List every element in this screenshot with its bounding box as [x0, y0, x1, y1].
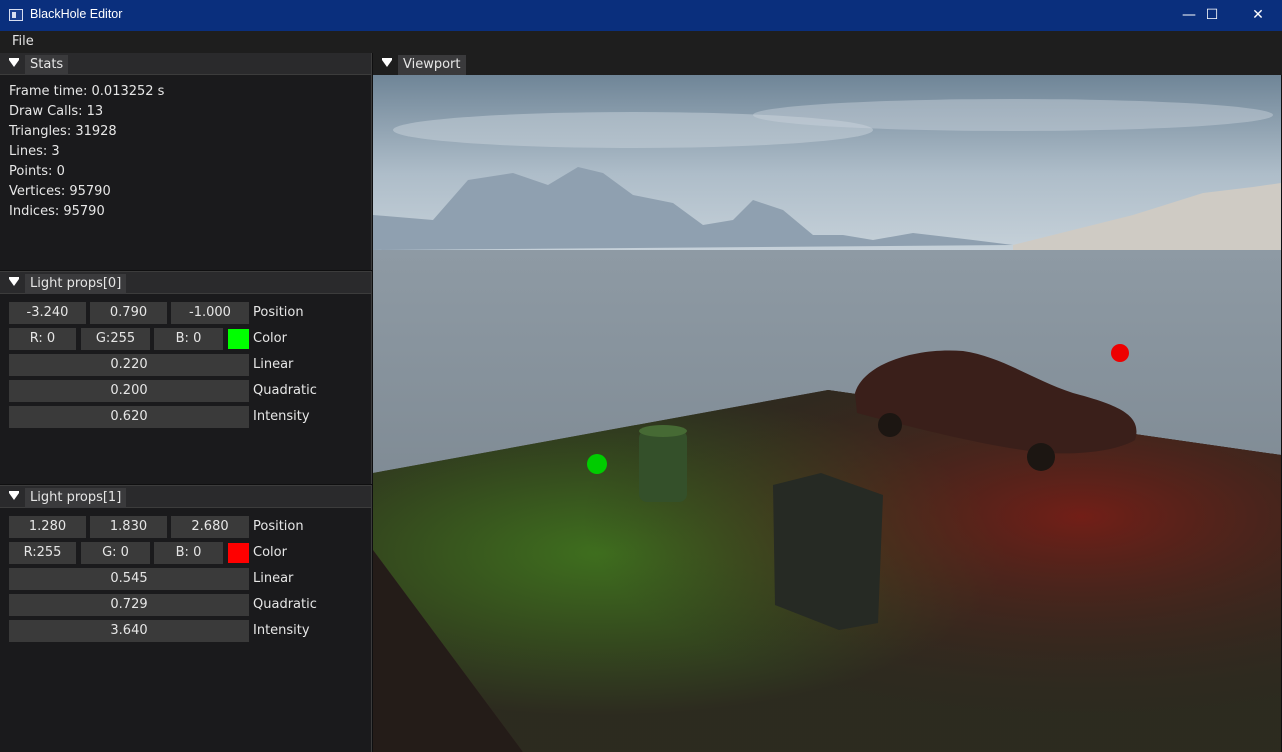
barrel: [639, 430, 687, 502]
light1-position-z[interactable]: 2.680: [171, 516, 249, 538]
light-props-0-header: Light props[0]: [0, 272, 371, 294]
light1-position-x[interactable]: 1.280: [9, 516, 86, 538]
menu-file[interactable]: File: [6, 34, 40, 49]
collapse-triangle-icon[interactable]: [382, 58, 392, 67]
light1-position-label: Position: [253, 519, 304, 534]
light1-linear-label: Linear: [253, 571, 294, 586]
light1-color-label: Color: [253, 545, 287, 560]
stats-panel: Stats Frame time: 0.013252 s Draw Calls:…: [0, 53, 372, 270]
tab-viewport[interactable]: Viewport: [398, 55, 466, 75]
light0-intensity-slider[interactable]: 0.620: [9, 406, 249, 428]
scene-render: [373, 75, 1281, 752]
light0-color-swatch[interactable]: [228, 329, 249, 349]
title-bar: BlackHole Editor — ☐ ✕: [0, 0, 1282, 31]
stat-lines: Lines: 3: [9, 144, 60, 159]
light1-intensity-label: Intensity: [253, 623, 310, 638]
light0-position-label: Position: [253, 305, 304, 320]
app-icon: [9, 9, 23, 21]
car-wheel: [878, 413, 902, 437]
collapse-triangle-icon[interactable]: [9, 491, 19, 500]
window-title: BlackHole Editor: [30, 7, 123, 21]
light0-position-z[interactable]: -1.000: [171, 302, 249, 324]
light0-position-x[interactable]: -3.240: [9, 302, 86, 324]
light-props-0-panel: Light props[0] -3.240 0.790 -1.000 Posit…: [0, 271, 372, 484]
stat-triangles: Triangles: 31928: [9, 124, 117, 139]
collapse-triangle-icon[interactable]: [9, 58, 19, 67]
stat-frame-time: Frame time: 0.013252 s: [9, 84, 165, 99]
close-button[interactable]: ✕: [1235, 0, 1281, 31]
cloud: [753, 99, 1273, 131]
light-props-1-panel: Light props[1] 1.280 1.830 2.680 Positio…: [0, 485, 372, 752]
light0-quadratic-slider[interactable]: 0.200: [9, 380, 249, 402]
car-wheel: [1027, 443, 1055, 471]
light0-color-b[interactable]: B: 0: [154, 328, 223, 350]
stat-points: Points: 0: [9, 164, 65, 179]
light0-color-r[interactable]: R: 0: [9, 328, 76, 350]
viewport-header: Viewport: [373, 53, 1282, 75]
tab-light-props-1[interactable]: Light props[1]: [25, 488, 127, 508]
menu-bar: File: [0, 31, 1282, 53]
tab-stats[interactable]: Stats: [25, 55, 69, 75]
light-1-marker[interactable]: [1111, 344, 1129, 362]
stats-list: Frame time: 0.013252 s Draw Calls: 13 Tr…: [0, 75, 371, 229]
light0-intensity-label: Intensity: [253, 409, 310, 424]
light1-color-r[interactable]: R:255: [9, 542, 76, 564]
stat-indices: Indices: 95790: [9, 204, 105, 219]
viewport-canvas[interactable]: [373, 75, 1281, 752]
light1-linear-slider[interactable]: 0.545: [9, 568, 249, 590]
light1-quadratic-label: Quadratic: [253, 597, 317, 612]
barrel-top: [639, 425, 687, 437]
light1-color-swatch[interactable]: [228, 543, 249, 563]
crate: [773, 473, 883, 630]
stat-draw-calls: Draw Calls: 13: [9, 104, 104, 119]
light1-quadratic-slider[interactable]: 0.729: [9, 594, 249, 616]
light0-color-label: Color: [253, 331, 287, 346]
maximize-button[interactable]: ☐: [1189, 0, 1235, 31]
light-props-1-header: Light props[1]: [0, 486, 371, 508]
stat-vertices: Vertices: 95790: [9, 184, 111, 199]
light0-quadratic-label: Quadratic: [253, 383, 317, 398]
stats-panel-header: Stats: [0, 53, 371, 75]
light1-intensity-slider[interactable]: 3.640: [9, 620, 249, 642]
light-0-marker[interactable]: [587, 454, 607, 474]
light0-color-g[interactable]: G:255: [81, 328, 150, 350]
light0-linear-slider[interactable]: 0.220: [9, 354, 249, 376]
light1-color-b[interactable]: B: 0: [154, 542, 223, 564]
light1-color-g[interactable]: G: 0: [81, 542, 150, 564]
light0-linear-label: Linear: [253, 357, 294, 372]
light0-position-y[interactable]: 0.790: [90, 302, 167, 324]
light1-position-y[interactable]: 1.830: [90, 516, 167, 538]
tab-light-props-0[interactable]: Light props[0]: [25, 274, 127, 294]
collapse-triangle-icon[interactable]: [9, 277, 19, 286]
